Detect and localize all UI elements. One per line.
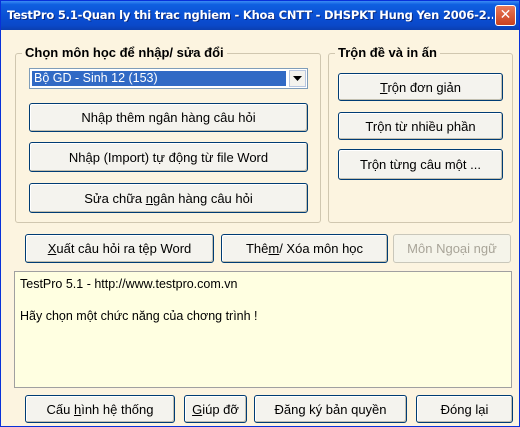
close-window-button[interactable]: ✕ (495, 5, 516, 26)
foreign-language-button[interactable]: Môn Ngoại ngữ (393, 234, 511, 263)
import-word-label: Nhập (Import) tự động từ file Word (68, 149, 269, 165)
system-config-button[interactable]: Cấu hình hệ thống (25, 395, 175, 423)
simple-mix-button[interactable]: Trộn đơn giản (338, 73, 503, 101)
edit-question-bank-button[interactable]: Sửa chữa ngân hàng câu hỏi (29, 183, 308, 213)
message-line-2: Hãy chọn một chức năng của chơng trình ! (20, 309, 258, 323)
dropdown-button[interactable] (289, 70, 306, 87)
title-bar[interactable]: TestPro 5.1-Quan ly thi trac nghiem - Kh… (1, 1, 519, 30)
foreign-language-label: Môn Ngoại ngữ (407, 241, 497, 256)
per-question-mix-label: Trộn từng câu một ... (360, 157, 481, 172)
subject-select[interactable]: Bộ GD - Sinh 12 (153) (29, 68, 308, 89)
window-title: TestPro 5.1-Quan ly thi trac nghiem - Kh… (7, 8, 493, 22)
selected-subject: Bộ GD - Sinh 12 (153) (32, 71, 286, 86)
chevron-down-icon (293, 75, 302, 81)
simple-mix-label: Trộn đơn giản (379, 79, 462, 95)
close-button[interactable]: Đóng lại (416, 395, 513, 423)
per-question-mix-button[interactable]: Trộn từng câu một ... (338, 149, 503, 180)
message-line-1: TestPro 5.1 - http://www.testpro.com.vn (20, 277, 238, 291)
multi-part-mix-label: Trộn từ nhiều phần (365, 118, 476, 134)
help-button[interactable]: Giúp đỡ (184, 395, 247, 423)
add-question-bank-label: Nhập thêm ngân hàng câu hỏi (81, 110, 256, 125)
add-question-bank-button[interactable]: Nhập thêm ngân hàng câu hỏi (29, 103, 308, 132)
message-box: TestPro 5.1 - http://www.testpro.com.vn … (14, 271, 512, 388)
register-license-label: Đăng ký bản quyền (274, 401, 387, 417)
multi-part-mix-button[interactable]: Trộn từ nhiều phần (338, 112, 503, 140)
help-label: Giúp đỡ (192, 401, 239, 417)
edit-question-bank-label: Sửa chữa ngân hàng câu hỏi (84, 190, 253, 206)
close-icon: ✕ (499, 7, 512, 23)
subject-group-legend: Chọn môn học để nhập/ sửa đổi (22, 45, 227, 61)
close-button-label: Đóng lại (440, 401, 489, 417)
mix-print-group-legend: Trộn đề và in ấn (335, 45, 440, 61)
export-word-label: Xuất câu hỏi ra tệp Word (47, 241, 192, 256)
export-word-button[interactable]: Xuất câu hỏi ra tệp Word (25, 234, 214, 263)
add-remove-subject-button[interactable]: Thêm/ Xóa môn học (221, 234, 388, 263)
add-remove-subject-label: Thêm/ Xóa môn học (245, 241, 364, 256)
import-word-button[interactable]: Nhập (Import) tự động từ file Word (29, 142, 308, 172)
system-config-label: Cấu hình hệ thống (46, 401, 154, 417)
main-window: TestPro 5.1-Quan ly thi trac nghiem - Kh… (0, 0, 520, 427)
register-license-button[interactable]: Đăng ký bản quyền (254, 395, 407, 423)
